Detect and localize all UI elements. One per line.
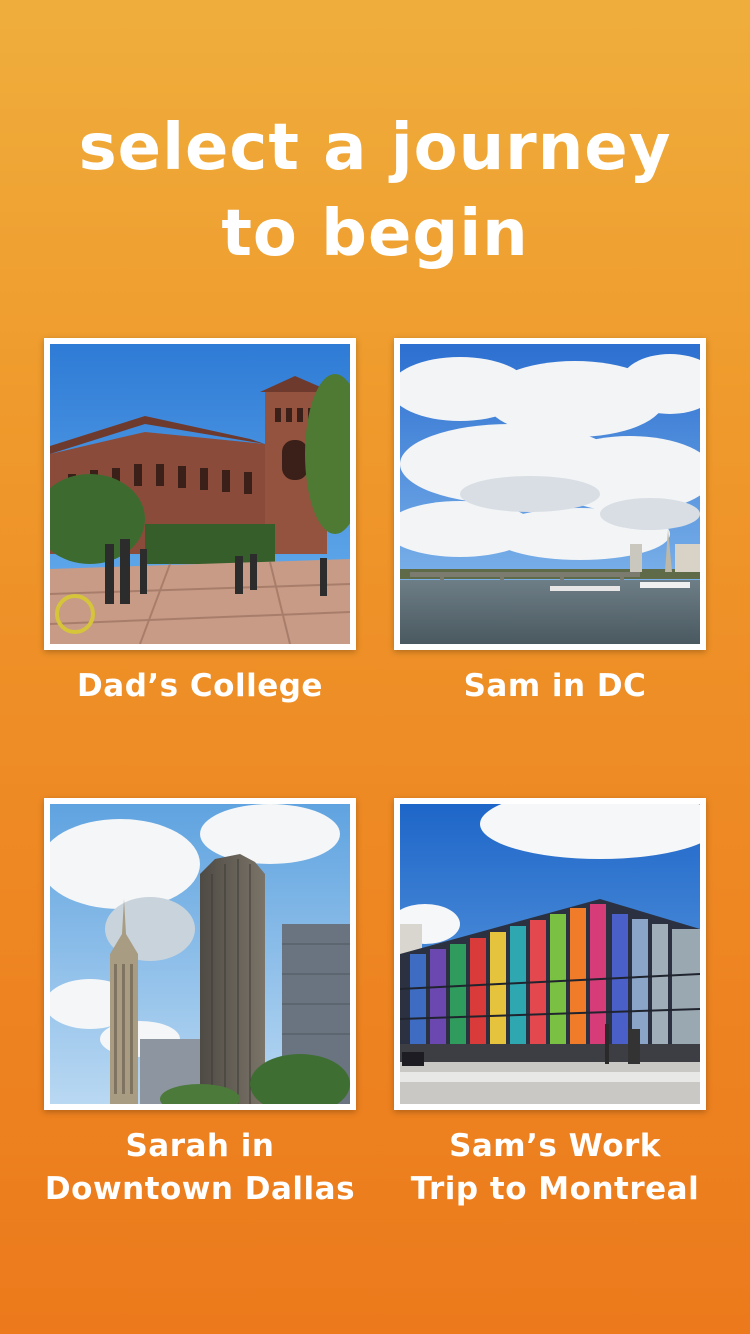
montreal-colorful-building-photo: [400, 804, 700, 1104]
journey-card-sam-in-dc[interactable]: [394, 338, 706, 650]
journey-card-sarah-dallas[interactable]: [44, 798, 356, 1110]
dallas-skyscrapers-photo: [50, 804, 350, 1104]
journey-label-sarah-dallas[interactable]: Sarah in Downtown Dallas: [20, 1125, 380, 1211]
river-clouds-photo: [400, 344, 700, 644]
college-campus-photo: [50, 344, 350, 644]
journey-label-sam-montreal[interactable]: Sam’s Work Trip to Montreal: [375, 1125, 735, 1211]
title-line-2: to begin: [221, 197, 529, 271]
journey-card-sam-montreal[interactable]: [394, 798, 706, 1110]
journey-label-sam-in-dc[interactable]: Sam in DC: [375, 665, 735, 708]
journey-label-dads-college[interactable]: Dad’s College: [20, 665, 380, 708]
page-title: select a journey to begin: [0, 105, 750, 277]
title-line-1: select a journey: [78, 111, 672, 185]
journey-card-dads-college[interactable]: [44, 338, 356, 650]
